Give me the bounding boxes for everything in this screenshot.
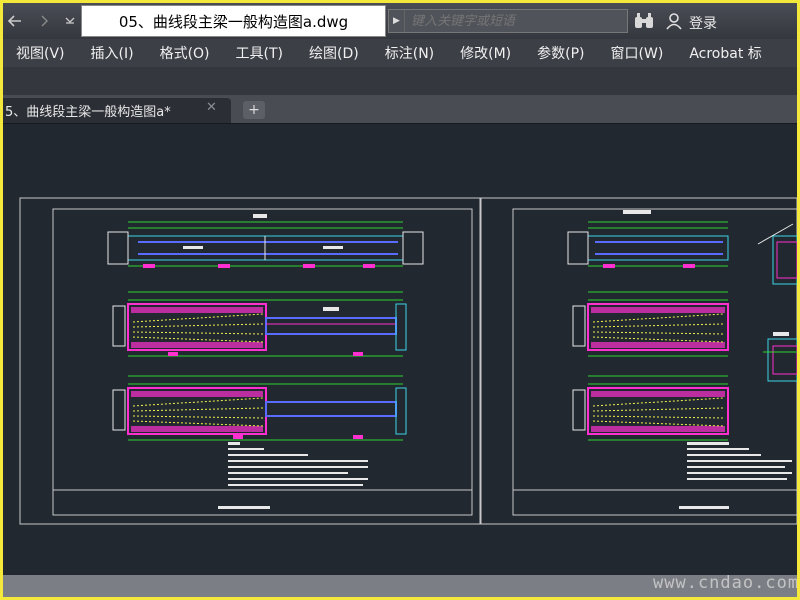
ribbon-area xyxy=(3,67,797,95)
search-box[interactable]: ▶ xyxy=(388,9,628,33)
more-tools-icon[interactable] xyxy=(60,12,79,30)
cad-drawing xyxy=(19,197,797,525)
close-icon[interactable]: ✕ xyxy=(206,100,217,115)
cad-window: 05、曲线段主梁一般构造图a.dwg ▶ 登录 视图(V) 插入(I) xyxy=(3,3,797,597)
cross-section-right xyxy=(757,223,797,382)
menu-item-tools[interactable]: 工具(T) xyxy=(236,43,283,63)
binoculars-icon[interactable] xyxy=(633,12,655,30)
watermark-text: www.cndao.com xyxy=(653,573,797,593)
search-input[interactable] xyxy=(405,13,627,29)
new-tab-button[interactable]: + xyxy=(243,101,265,119)
title-text-right xyxy=(679,506,729,509)
user-icon[interactable] xyxy=(665,12,683,30)
notes-block-left xyxy=(228,442,368,486)
menu-item-insert[interactable]: 插入(I) xyxy=(91,43,134,63)
plan-view-right-2 xyxy=(572,375,729,441)
elevation-view-right xyxy=(567,210,729,268)
tab-document[interactable]: 5、曲线段主梁一般构造图a* xyxy=(3,98,231,123)
sheet-frame-left xyxy=(19,197,481,525)
elevation-view-left xyxy=(107,214,424,268)
menu-item-format[interactable]: 格式(O) xyxy=(160,43,210,63)
document-title-box: 05、曲线段主梁一般构造图a.dwg xyxy=(81,5,386,37)
menu-item-window[interactable]: 窗口(W) xyxy=(611,43,664,63)
redo-icon[interactable] xyxy=(34,12,53,30)
title-text-left xyxy=(218,506,270,509)
sheet-frame-right xyxy=(480,197,797,525)
login-button[interactable]: 登录 xyxy=(689,13,717,33)
title-bar: 05、曲线段主梁一般构造图a.dwg ▶ 登录 xyxy=(3,3,797,39)
menu-item-acrobat[interactable]: Acrobat 标 xyxy=(689,43,761,63)
menu-item-parametric[interactable]: 参数(P) xyxy=(537,43,584,63)
menu-item-dimension[interactable]: 标注(N) xyxy=(385,43,434,63)
menu-item-view[interactable]: 视图(V) xyxy=(16,43,65,63)
menu-item-modify[interactable]: 修改(M) xyxy=(460,43,511,63)
document-title: 05、曲线段主梁一般构造图a.dwg xyxy=(118,12,349,31)
menu-bar: 视图(V) 插入(I) 格式(O) 工具(T) 绘图(D) 标注(N) 修改(M… xyxy=(3,39,797,67)
plan-view-left-2 xyxy=(112,375,407,441)
file-tab-bar: 5、曲线段主梁一般构造图a* ✕ + xyxy=(3,95,797,123)
undo-icon[interactable] xyxy=(7,12,26,30)
plan-view-right-1 xyxy=(572,291,729,357)
quick-access-toolbar xyxy=(7,10,79,32)
search-expand-icon[interactable]: ▶ xyxy=(389,10,405,32)
plan-view-left-1 xyxy=(112,291,407,357)
tab-document-label: 5、曲线段主梁一般构造图a* xyxy=(5,105,171,120)
menu-item-draw[interactable]: 绘图(D) xyxy=(309,43,359,63)
notes-block-right xyxy=(687,442,792,480)
drawing-canvas[interactable] xyxy=(3,123,797,575)
